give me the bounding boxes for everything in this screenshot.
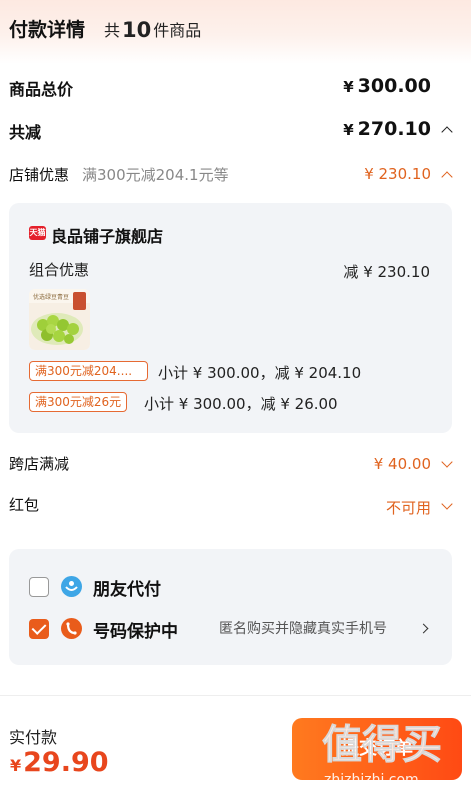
- page-header: 付款详情 共10 件商品: [0, 0, 471, 64]
- actual-payment-amount: ¥29.90: [10, 747, 109, 778]
- combo-discount-amount: 减 ¥ 230.10: [343, 263, 430, 281]
- store-discount-label: 店铺优惠: [9, 166, 70, 184]
- number-protection-desc[interactable]: 匿名购买并隐藏真实手机号: [219, 618, 387, 638]
- number-protection-icon: [61, 618, 82, 639]
- expand-cross-store-chevron-down-icon[interactable]: [441, 456, 453, 468]
- promo-subtotal-2: 小计 ¥ 300.00，减 ¥ 26.00: [144, 395, 338, 413]
- item-count-number: 10: [122, 18, 152, 42]
- total-price-label: 商品总价: [9, 80, 74, 99]
- red-packet-label: 红包: [9, 496, 40, 514]
- item-count-suffix: 件商品: [153, 21, 202, 40]
- cross-store-discount-label: 跨店满减: [9, 455, 70, 473]
- discount-total-number: 270.10: [357, 118, 431, 140]
- friend-pay-glyph-icon: [65, 581, 78, 591]
- order-options-panel: 朋友代付 号码保护中 匿名购买并隐藏真实手机号: [9, 549, 452, 665]
- number-protection-checkbox[interactable]: [29, 619, 49, 639]
- product-caption: 优选绿豆青豆: [33, 293, 69, 301]
- total-price-number: 300.00: [357, 75, 431, 97]
- shop-name[interactable]: 良品铺子旗舰店: [51, 223, 163, 247]
- collapse-discount-chevron-up-icon[interactable]: [441, 126, 453, 138]
- number-protection-label[interactable]: 号码保护中: [93, 617, 178, 642]
- combo-discount-label: 组合优惠: [29, 261, 90, 279]
- discount-total-label: 共减: [9, 123, 42, 142]
- discount-total-value[interactable]: ¥270.10: [343, 118, 431, 140]
- actual-payment-number: 29.90: [23, 747, 109, 778]
- store-discount-desc: 满300元减204.1元等: [82, 166, 229, 184]
- actual-payment-label: 实付款: [9, 728, 58, 747]
- friend-pay-icon: [61, 576, 82, 597]
- cross-store-discount-amount[interactable]: ¥ 40.00: [374, 455, 431, 473]
- promo-subtotal-1: 小计 ¥ 300.00，减 ¥ 204.10: [158, 364, 362, 382]
- actual-payment-currency: ¥: [10, 756, 22, 775]
- tmall-badge-icon: 天猫: [29, 226, 46, 240]
- expand-red-packet-chevron-down-icon[interactable]: [441, 498, 453, 510]
- phone-shield-icon: [66, 622, 77, 635]
- green-beans-image: 优选绿豆青豆: [29, 289, 90, 350]
- promo-tag-1[interactable]: 满300元减204....: [29, 361, 148, 381]
- discount-total-currency: ¥: [343, 121, 354, 139]
- collapse-store-discount-chevron-up-icon[interactable]: [441, 171, 453, 183]
- promo-tag-2[interactable]: 满300元减26元: [29, 392, 128, 412]
- number-protection-chevron-right-icon[interactable]: [418, 623, 429, 634]
- item-count-prefix: 共: [104, 21, 121, 40]
- store-discount-amount[interactable]: ¥ 230.10: [364, 165, 431, 183]
- item-count: 共10 件商品: [104, 17, 202, 42]
- page-title: 付款详情: [9, 19, 86, 41]
- friend-pay-label[interactable]: 朋友代付: [93, 575, 161, 600]
- footer-divider: [0, 695, 471, 696]
- product-thumbnail[interactable]: 优选绿豆青豆: [29, 289, 90, 350]
- total-price-value: ¥300.00: [343, 75, 431, 97]
- submit-order-button[interactable]: 提交订单: [292, 718, 462, 780]
- red-packet-value[interactable]: 不可用: [386, 497, 431, 518]
- total-price-currency: ¥: [343, 78, 354, 96]
- shop-discount-panel: 天猫 良品铺子旗舰店 组合优惠 减 ¥ 230.10 优选绿豆青豆 满300元减…: [9, 203, 452, 433]
- friend-pay-checkbox[interactable]: [29, 577, 49, 597]
